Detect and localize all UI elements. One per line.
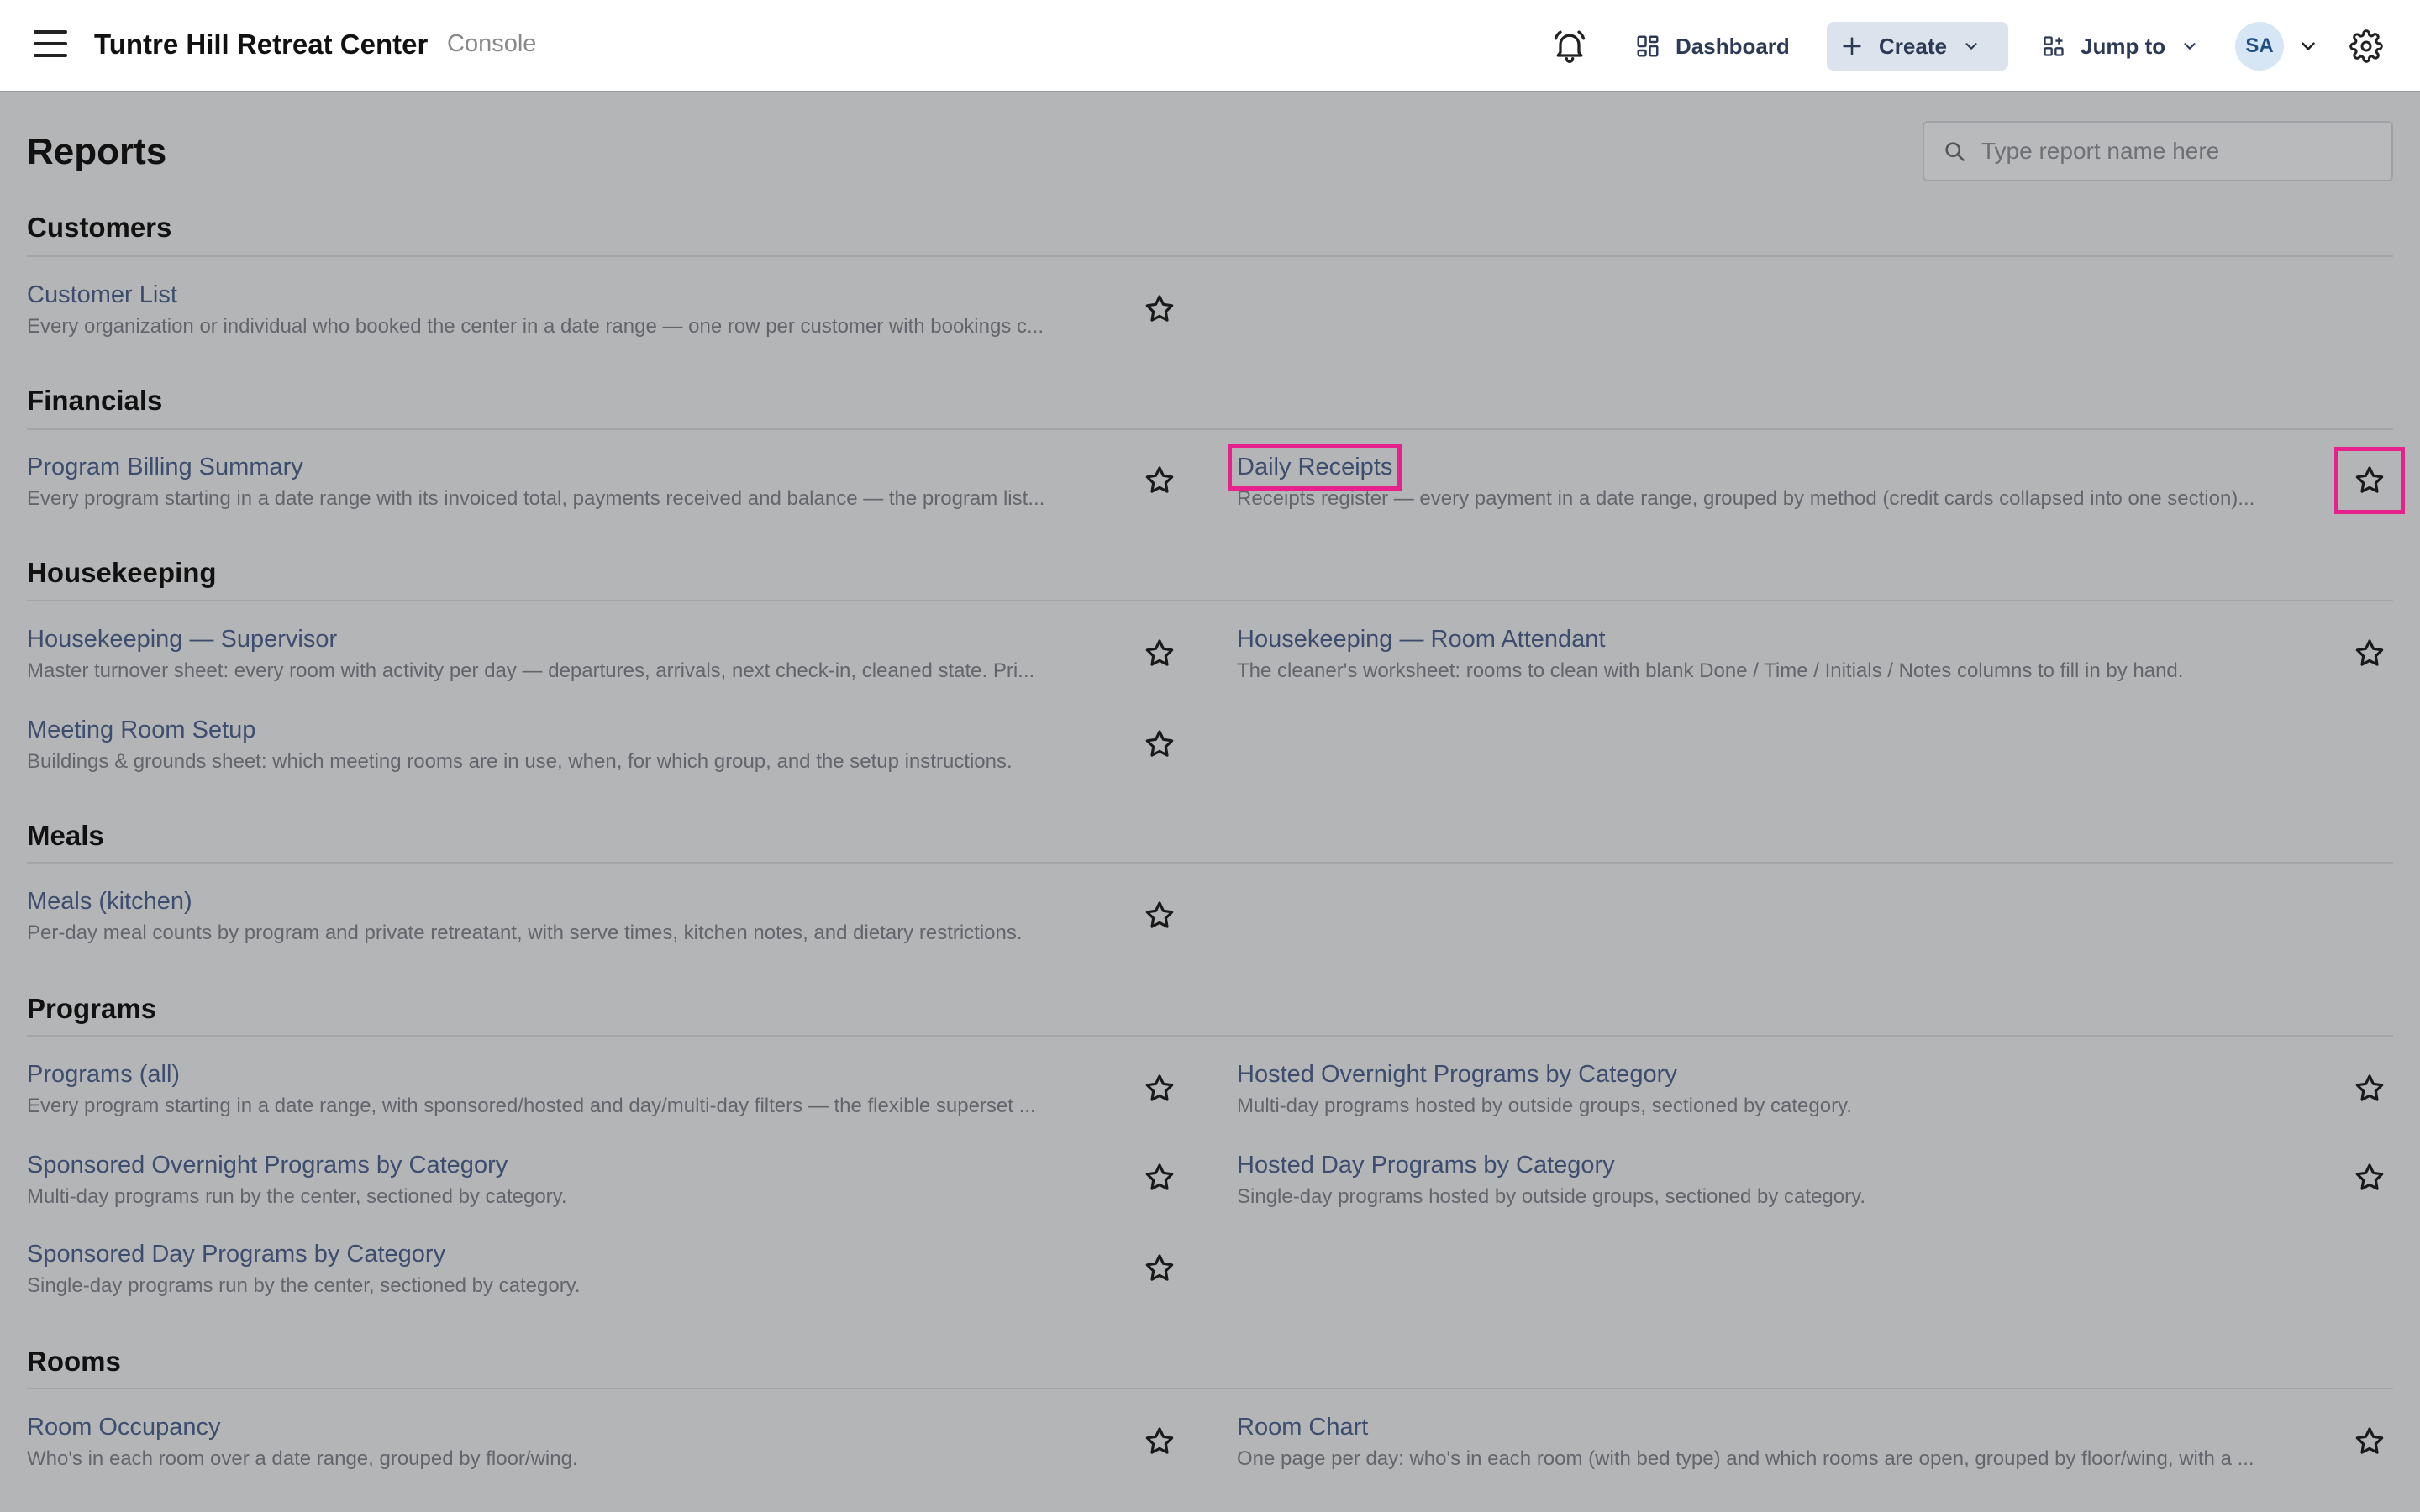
search-input[interactable] [1981,138,2385,165]
page-title: Reports [27,131,167,172]
section-title-meals: Meals [27,820,104,851]
report-link[interactable]: Hosted Day Programs by Category [1237,1151,1615,1179]
report-description: Multi-day programs run by the center, se… [27,1185,567,1208]
report-description: Buildings & grounds sheet: which meeting… [27,750,1013,773]
section-title-financials: Financials [27,385,163,416]
section-title-programs: Programs [27,993,157,1024]
star-icon[interactable] [1143,727,1176,761]
report-link[interactable]: Housekeeping — Room Attendant [1237,625,1606,654]
star-icon[interactable] [1143,1425,1176,1458]
report-link[interactable]: Room Chart [1237,1413,1368,1441]
section-divider [27,255,2393,257]
report-link[interactable]: Program Billing Summary [27,453,303,481]
star-icon[interactable] [1143,1252,1176,1285]
report-description: Every program starting in a date range, … [27,1095,1036,1117]
report-description: One page per day: who's in each room (wi… [1237,1447,2254,1470]
star-icon[interactable] [2353,1425,2386,1458]
report-sponsored-day-programs: Sponsored Day Programs by Category Singl… [27,1240,1144,1299]
star-icon[interactable] [2353,1072,2386,1105]
report-description: Per-day meal counts by program and priva… [27,921,1023,944]
section-divider [27,1035,2393,1037]
section-divider [27,428,2393,430]
section-title-housekeeping: Housekeeping [27,557,217,588]
star-icon[interactable] [1143,292,1176,326]
report-description: Single-day programs run by the center, s… [27,1274,581,1297]
report-daily-receipts: Daily Receipts Receipts register — every… [1227,444,2354,512]
gear-icon[interactable] [2349,29,2383,63]
report-link[interactable]: Sponsored Overnight Programs by Category [27,1151,508,1179]
report-link[interactable]: Housekeeping — Supervisor [27,625,337,654]
report-link[interactable]: Meeting Room Setup [27,716,255,744]
report-description: Every program starting in a date range w… [27,487,1045,510]
chevron-down-icon [2181,37,2199,55]
report-description: Who's in each room over a date range, gr… [27,1447,578,1470]
create-button[interactable]: Create [1827,22,2008,71]
chevron-down-icon[interactable] [2297,35,2319,57]
report-customer-list: Customer List Every organization or indi… [27,281,1144,339]
section-divider [27,600,2393,601]
report-description: Receipts register — every payment in a d… [1237,487,2255,510]
jump-to-label: Jump to [2081,33,2166,59]
notification-bell-icon[interactable] [1551,27,1588,66]
report-link[interactable]: Room Occupancy [27,1413,221,1441]
section-title-customers: Customers [27,212,172,243]
report-link[interactable]: Meals (kitchen) [27,887,192,916]
report-program-billing-summary: Program Billing Summary Every program st… [27,453,1144,512]
report-housekeeping-supervisor: Housekeeping — Supervisor Master turnove… [27,625,1144,684]
report-search[interactable] [1923,121,2393,181]
create-label: Create [1879,33,1947,59]
dashboard-label: Dashboard [1676,33,1790,59]
star-icon[interactable] [2353,464,2386,497]
star-icon[interactable] [1143,464,1176,497]
star-icon[interactable] [1143,1161,1176,1194]
report-programs-all: Programs (all) Every program starting in… [27,1060,1144,1119]
report-link[interactable]: Customer List [27,281,177,309]
menu-icon[interactable] [34,30,67,60]
star-icon[interactable] [2353,1161,2386,1194]
search-icon [1945,142,1965,161]
star-icon[interactable] [1143,899,1176,932]
report-description: Master turnover sheet: every room with a… [27,659,1035,682]
report-link[interactable]: Sponsored Day Programs by Category [27,1240,445,1268]
report-sponsored-overnight-programs: Sponsored Overnight Programs by Category… [27,1151,1144,1210]
dashboard-button[interactable]: Dashboard [1622,22,1803,71]
report-description: The cleaner's worksheet: rooms to clean … [1237,659,2184,682]
jump-to-button[interactable]: Jump to [2028,22,2212,71]
report-description: Multi-day programs hosted by outside gro… [1237,1095,1852,1117]
report-meals-kitchen: Meals (kitchen) Per-day meal counts by p… [27,887,1144,946]
plus-icon [1840,34,1864,58]
report-link[interactable]: Hosted Overnight Programs by Category [1237,1060,1677,1089]
app-subtitle: Console [447,30,537,57]
report-hosted-overnight-programs: Hosted Overnight Programs by Category Mu… [1237,1060,2354,1119]
report-description: Every organization or individual who boo… [27,315,1044,338]
report-room-chart: Room Chart One page per day: who's in ea… [1237,1413,2354,1472]
report-meeting-room-setup: Meeting Room Setup Buildings & grounds s… [27,716,1144,774]
dashboard-icon [1635,34,1660,59]
report-hosted-day-programs: Hosted Day Programs by Category Single-d… [1237,1151,2354,1210]
report-housekeeping-room-attendant: Housekeeping — Room Attendant The cleane… [1237,625,2354,684]
report-description: Single-day programs hosted by outside gr… [1237,1185,1865,1208]
section-divider [27,862,2393,864]
report-link[interactable]: Programs (all) [27,1060,180,1089]
section-title-rooms: Rooms [27,1346,121,1377]
chevron-down-icon [1962,37,1981,55]
report-link[interactable]: Daily Receipts [1227,444,1402,491]
jump-to-icon [2042,34,2065,58]
app-title[interactable]: Tuntre Hill Retreat Center [94,29,428,60]
report-room-occupancy: Room Occupancy Who's in each room over a… [27,1413,1144,1472]
user-avatar[interactable]: SA [2235,22,2284,71]
star-icon[interactable] [1143,1072,1176,1105]
star-icon[interactable] [2353,637,2386,670]
star-icon[interactable] [1143,637,1176,670]
top-bar: Tuntre Hill Retreat Center Console Dashb… [0,0,2420,92]
section-divider [27,1388,2393,1389]
